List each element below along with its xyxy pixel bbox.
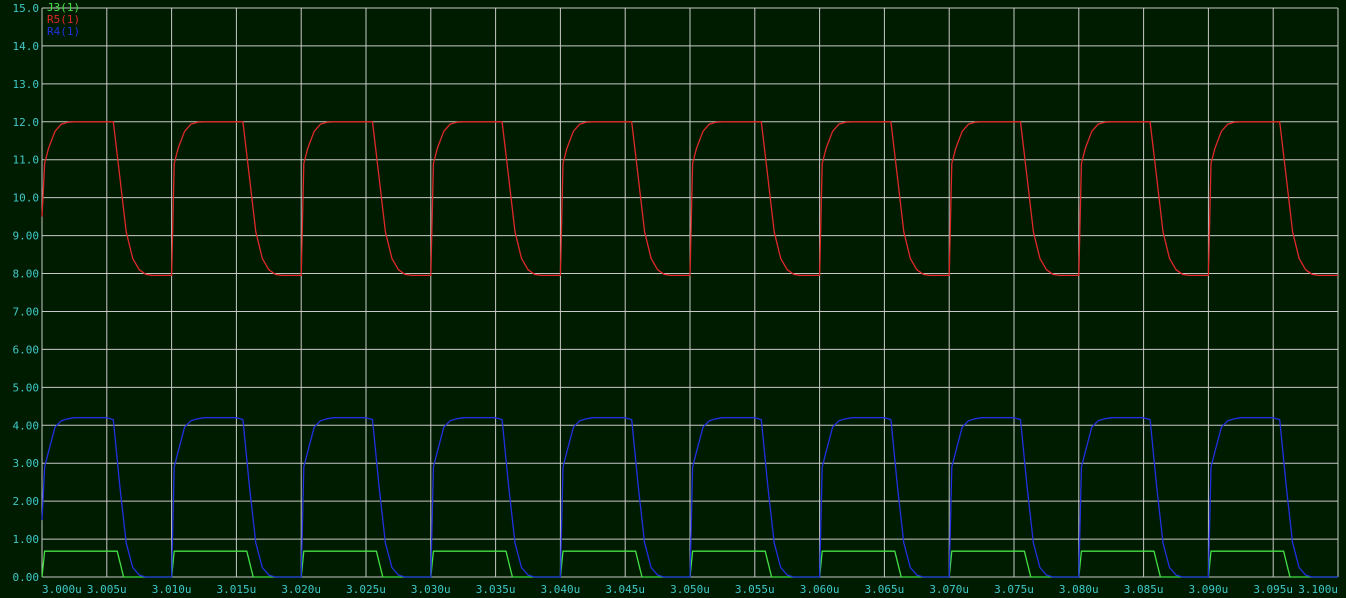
x-tick-labels: 3.000u 3.005u 3.010u 3.015u 3.020u 3.025u 3.03… [42,583,1338,596]
x-tick-label: 3.070u [929,583,969,596]
y-tick-label: 1.00 [13,533,40,546]
y-tick-label: 11.0 [13,154,40,167]
x-tick-label: 3.025u [346,583,386,596]
y-tick-label: 2.00 [13,495,40,508]
oscilloscope-plot: 0.00 1.00 2.00 3.00 4.00 5.00 6.00 7.00 8.00 9.00… [0,0,1346,598]
x-tick-label: 3.060u [800,583,840,596]
y-tick-label: 3.00 [13,457,40,470]
x-tick-label: 3.020u [281,583,321,596]
y-tick-label: 15.0 [13,2,40,15]
x-tick-label: 3.055u [735,583,775,596]
y-tick-label: 13.0 [13,78,40,91]
x-tick-label: 3.015u [217,583,257,596]
x-tick-label: 3.075u [994,583,1034,596]
y-tick-label: 12.0 [13,116,40,129]
x-tick-label: 3.085u [1124,583,1164,596]
x-tick-label: 3.080u [1059,583,1099,596]
y-tick-label: 14.0 [13,40,40,53]
x-tick-label: 3.040u [541,583,581,596]
x-tick-label: 3.030u [411,583,451,596]
y-tick-label: 10.0 [13,192,40,205]
y-tick-label: 5.00 [13,381,40,394]
x-tick-label: 3.050u [670,583,710,596]
y-tick-label: 9.00 [13,230,40,243]
x-tick-label: 3.000u [42,583,82,596]
x-tick-label: 3.095u [1253,583,1293,596]
y-tick-label: 6.00 [13,343,40,356]
x-tick-label: 3.090u [1189,583,1229,596]
x-tick-label: 3.045u [605,583,645,596]
x-tick-label: 3.065u [865,583,905,596]
grid-lines [41,7,1339,578]
y-tick-label: 0.00 [13,571,40,584]
x-tick-label: 3.035u [476,583,516,596]
x-tick-label: 3.005u [87,583,127,596]
x-tick-label: 3.100u [1298,583,1338,596]
y-tick-label: 7.00 [13,305,40,318]
x-tick-label: 3.010u [152,583,192,596]
y-tick-label: 4.00 [13,419,40,432]
legend-entry: R4(1) [47,25,80,38]
legend: J3(1)R5(1)R4(1) [47,1,80,38]
y-tick-label: 8.00 [13,268,40,281]
